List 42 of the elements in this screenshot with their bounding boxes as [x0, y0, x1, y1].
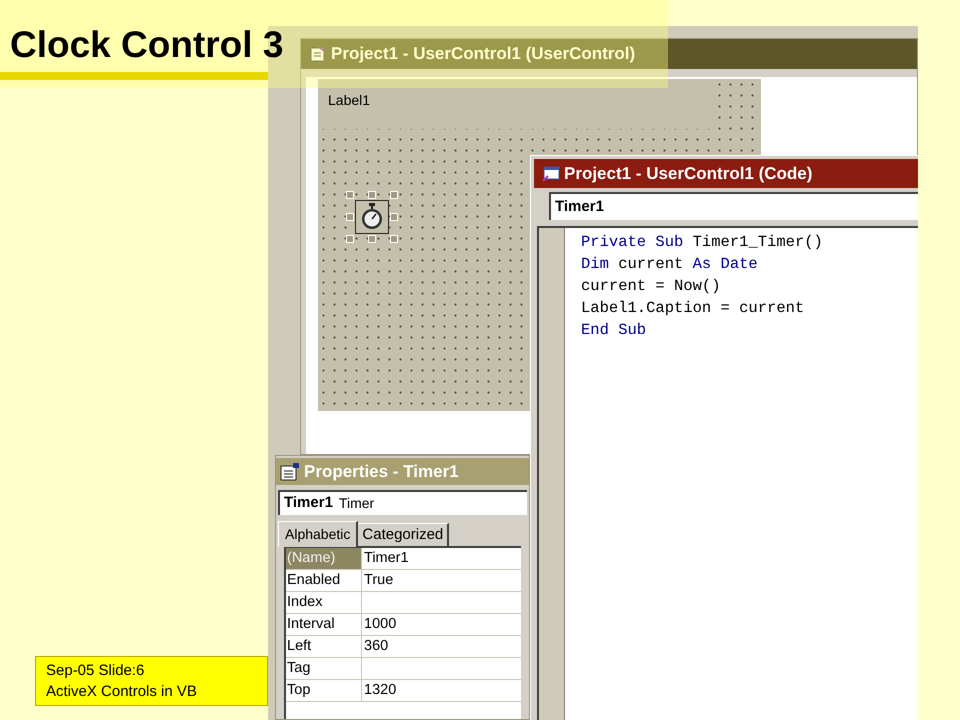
window-title: Project1 - UserControl1 (Code): [564, 162, 812, 185]
property-name[interactable]: Tag: [286, 658, 362, 679]
object-dropdown[interactable]: Timer1: [549, 192, 918, 220]
slide-title: Clock Control 3: [10, 23, 284, 67]
property-value[interactable]: True: [362, 570, 521, 591]
object-name: Timer1: [284, 493, 333, 514]
stopwatch-icon: [359, 203, 385, 231]
property-name[interactable]: Top: [286, 680, 362, 701]
code-window-icon: [542, 166, 560, 182]
resize-handle[interactable]: [346, 191, 354, 199]
footer-text: ActiveX Controls in VB: [46, 682, 198, 702]
resize-handle[interactable]: [368, 191, 376, 199]
property-name[interactable]: Left: [286, 636, 362, 657]
label-control[interactable]: Label1: [328, 92, 370, 108]
property-value[interactable]: 360: [362, 636, 521, 657]
property-name[interactable]: Index: [286, 592, 362, 613]
property-value[interactable]: 1320: [362, 680, 521, 701]
footer-text: Sep-05 Slide:6: [46, 661, 146, 681]
window-title: Project1 - UserControl1 (UserControl): [331, 43, 636, 66]
resize-handle[interactable]: [368, 235, 376, 243]
window-title: Properties - Timer1: [304, 460, 459, 483]
resize-handle[interactable]: [390, 235, 398, 243]
object-dropdown[interactable]: Timer1 Timer: [278, 490, 527, 515]
resize-handle[interactable]: [390, 191, 398, 199]
resize-handle[interactable]: [346, 235, 354, 243]
properties-icon: [280, 462, 300, 480]
property-value[interactable]: Timer1: [362, 548, 521, 569]
property-value[interactable]: 1000: [362, 614, 521, 635]
tab[interactable]: Categorized: [358, 523, 450, 546]
code-line: Label1.Caption = current: [581, 298, 806, 319]
resize-handle[interactable]: [346, 213, 354, 221]
property-name[interactable]: Enabled: [286, 570, 362, 591]
resize-handle[interactable]: [390, 213, 398, 221]
form-icon: [309, 45, 327, 63]
code-line: End Sub: [581, 320, 648, 341]
code-line: current = Now(): [581, 276, 722, 297]
tab[interactable]: Alphabetic: [278, 521, 358, 547]
timer-control[interactable]: [355, 200, 389, 234]
property-name[interactable]: Interval: [286, 614, 362, 635]
code-line: Private Sub Timer1_Timer(): [581, 232, 823, 253]
code-line: Dim current As Date: [581, 254, 759, 275]
object-type: Timer: [338, 494, 374, 513]
